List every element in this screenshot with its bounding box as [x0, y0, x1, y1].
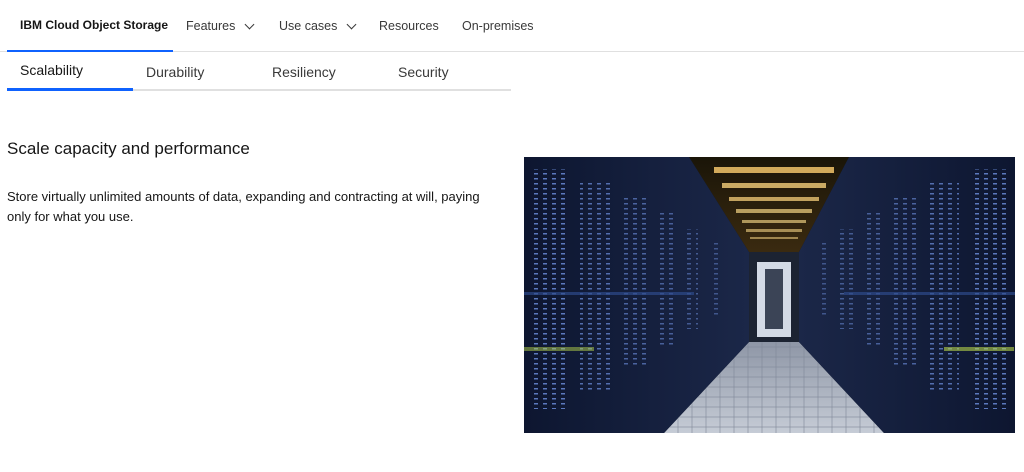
tab-security[interactable]: Security	[398, 52, 449, 91]
tab-label: Resiliency	[272, 63, 336, 80]
section-description: Store virtually unlimited amounts of dat…	[7, 189, 480, 224]
nav-item-label: Features	[186, 19, 236, 33]
section-heading: Scale capacity and performance	[7, 139, 250, 158]
top-navigation: IBM Cloud Object Storage Features Use ca…	[0, 0, 1024, 52]
tab-label: Scalability	[20, 62, 84, 78]
nav-item-label: Use cases	[279, 19, 338, 33]
nav-item-label: Resources	[379, 19, 439, 33]
chevron-down-icon	[346, 19, 357, 29]
nav-item-resources[interactable]: Resources	[379, 0, 439, 52]
chevron-down-icon	[244, 19, 255, 29]
data-center-image	[524, 157, 1015, 433]
tab-scalability[interactable]: Scalability	[7, 52, 133, 91]
nav-brand-link[interactable]: IBM Cloud Object Storage	[7, 0, 173, 52]
tab-resiliency[interactable]: Resiliency	[272, 52, 336, 91]
nav-item-on-premises[interactable]: On-premises	[462, 0, 534, 52]
content-tabs: Scalability Durability Resiliency Securi…	[7, 52, 511, 91]
tab-label: Durability	[146, 63, 205, 80]
tab-durability[interactable]: Durability	[146, 52, 204, 91]
nav-item-label: On-premises	[462, 19, 534, 33]
nav-item-use-cases[interactable]: Use cases	[279, 0, 357, 52]
nav-item-features[interactable]: Features	[186, 0, 255, 52]
tab-label: Security	[398, 63, 449, 80]
nav-brand-label: IBM Cloud Object Storage	[20, 18, 169, 32]
